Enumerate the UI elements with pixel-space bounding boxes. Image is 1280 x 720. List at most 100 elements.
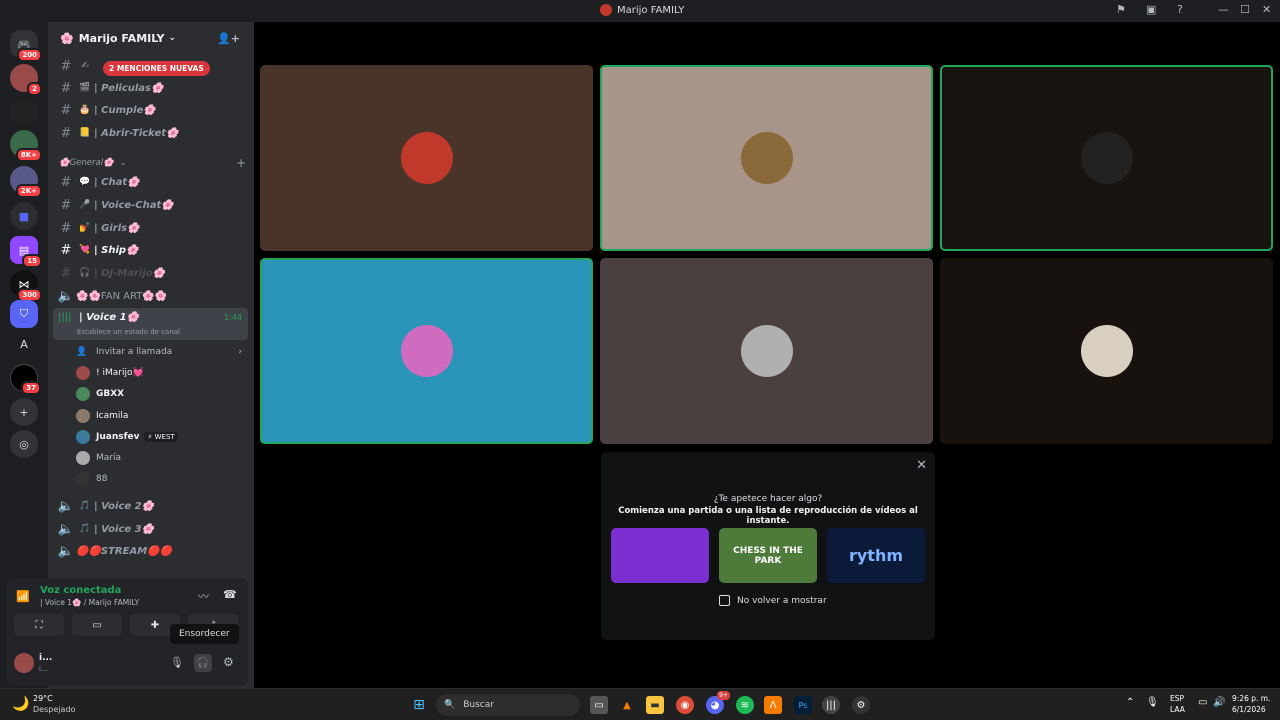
category-header[interactable]: 🌸General🌸 ⌄ +	[56, 153, 248, 173]
microphone-icon[interactable]: 🎙	[170, 656, 184, 669]
headphones-icon[interactable]: 🎧	[194, 654, 212, 672]
folder-icon[interactable]: ■	[10, 202, 38, 230]
voice-user[interactable]: Icamila	[76, 406, 246, 426]
voice-user[interactable]: ! iMarijo💓	[76, 363, 246, 383]
chrome-icon[interactable]: ◉	[676, 696, 694, 714]
channel-item[interactable]: # 💬 | Chat🌸	[56, 172, 248, 192]
avatar[interactable]	[14, 653, 34, 673]
signal-icon[interactable]: 📶	[16, 590, 30, 603]
channel-item[interactable]: # 📒 | Abrir-Ticket🌸	[56, 123, 248, 143]
participant-tile[interactable]	[260, 258, 593, 444]
channel-item-unread[interactable]: # 💘 | Ship🌸	[56, 240, 248, 260]
activity-card-blocks[interactable]	[611, 528, 709, 583]
voice-user[interactable]: 88	[76, 469, 246, 489]
microphone-icon[interactable]: 🎙	[1146, 697, 1159, 708]
checkbox[interactable]	[719, 595, 730, 606]
server-item[interactable]: 2	[10, 64, 42, 96]
channel-name: | Voice 3🌸	[94, 523, 155, 535]
minimize-icon[interactable]: —	[1218, 3, 1229, 16]
participant-tile[interactable]	[940, 65, 1273, 251]
channel-item[interactable]: # 🎂 | Cumple🌸	[56, 100, 248, 120]
voice-location[interactable]: | Voice 1🌸 / Marijo FAMILY	[40, 598, 139, 607]
channel-item[interactable]: # 🎤 | Voice-Chat🌸	[56, 195, 248, 215]
app-icon[interactable]: |||	[822, 696, 840, 714]
voice-channel-item[interactable]: 🔈 🔴🔴STREAM🔴🔴	[56, 541, 248, 561]
taskbar-search[interactable]: 🔍 Buscar	[436, 694, 580, 716]
discover-icon[interactable]: ◎	[10, 430, 38, 458]
photoshop-icon[interactable]: Ps	[794, 696, 812, 714]
weather-temp: 29°C	[33, 694, 53, 703]
voice-user-name: Icamila	[96, 411, 129, 421]
invite-to-call[interactable]: 👤 Invitar a llamada ›	[76, 342, 246, 362]
participant-avatar	[740, 325, 793, 377]
channel-item[interactable]: # 🎬 | Peliculas🌸	[56, 78, 248, 98]
disconnect-icon[interactable]: ☎	[223, 588, 237, 601]
task-view-icon[interactable]: ▭	[590, 696, 608, 714]
channel-status-hint[interactable]: Establece un estado de canal	[77, 328, 180, 336]
spotify-icon[interactable]: ≋	[736, 696, 754, 714]
voice-channel-item[interactable]: 🔈 🎵 | Voice 2🌸	[56, 496, 248, 516]
voice-timer: 1:44	[224, 313, 242, 322]
maximize-icon[interactable]: ☐	[1240, 3, 1250, 16]
voice-user[interactable]: GBXX	[76, 384, 246, 404]
help-icon[interactable]: ?	[1177, 3, 1183, 16]
file-explorer-icon[interactable]: ▬	[646, 696, 664, 714]
screen-share-icon[interactable]: ▣	[1146, 3, 1156, 16]
user-panel: i... i... 🎙 🎧 ⚙	[6, 648, 248, 682]
camera-button[interactable]: ⛶	[14, 614, 64, 636]
weather-desc: Despejado	[33, 705, 76, 714]
channel-name: | Peliculas🌸	[94, 82, 164, 94]
volume-icon[interactable]: 🔊	[1213, 697, 1225, 708]
channel-item[interactable]: # 💅 | Girls🌸	[56, 218, 248, 238]
home-button[interactable]: 🎮 200	[10, 30, 42, 62]
discord-taskbar-icon[interactable]: ◕ 9+	[706, 691, 730, 714]
voice-channel-item[interactable]: 🔈 🎵 | Voice 3🌸	[56, 519, 248, 539]
chevron-up-icon[interactable]: ⌃	[1126, 697, 1134, 708]
participant-tile[interactable]	[940, 258, 1273, 444]
input-language[interactable]: ESP	[1170, 694, 1184, 703]
server-item[interactable]: 2K+	[10, 166, 42, 198]
clock-time[interactable]: 9:26 p. m.	[1232, 694, 1270, 703]
screen-share-button[interactable]: ▭	[72, 614, 122, 636]
add-member-icon[interactable]: 👤+	[217, 32, 240, 45]
apps-icon: ✚	[150, 619, 160, 631]
participant-tile[interactable]	[600, 258, 933, 444]
voice-channel-item[interactable]: 🔈 🌸🌸FAN ART🌸🌸	[56, 286, 248, 306]
server-item[interactable]: 37	[10, 364, 41, 395]
close-icon[interactable]: ✕	[1262, 3, 1271, 16]
hash-icon: #	[60, 242, 72, 258]
windows-start-icon[interactable]: ⊞	[410, 696, 428, 714]
steam-icon[interactable]: ⚙	[852, 696, 870, 714]
voice-user[interactable]: María	[76, 448, 246, 468]
close-icon[interactable]: ✕	[916, 458, 927, 473]
twitch-server[interactable]: ▤ 15	[10, 236, 42, 268]
app-icon[interactable]: Λ	[764, 696, 782, 714]
add-server-icon[interactable]: +	[10, 398, 38, 426]
add-channel-icon[interactable]: +	[236, 156, 246, 170]
noise-suppression-icon[interactable]: 〰	[198, 588, 209, 604]
shield-icon: ⛉	[19, 307, 29, 320]
server-item[interactable]	[10, 98, 38, 126]
server-item[interactable]: A	[10, 330, 38, 358]
dont-show-again[interactable]: No volver a mostrar	[719, 595, 827, 606]
channel-emoji: 💅	[79, 223, 91, 233]
activity-card-rythm[interactable]: rythm	[827, 528, 925, 583]
weather-moon-icon[interactable]: 🌙	[12, 696, 29, 712]
window-title: Marijo FAMILY	[600, 4, 684, 16]
guild-header[interactable]: 🌸 Marijo FAMILY ⌄ 👤+	[48, 22, 254, 54]
voice-user[interactable]: Juansfev ⚡ WEST	[76, 427, 246, 447]
mentions-pill[interactable]: 2 MENCIONES NUEVAS	[103, 61, 210, 76]
hash-icon: #	[60, 80, 72, 96]
active-voice-channel[interactable]: |||| | Voice 1🌸 1:44 Establece un estado…	[53, 308, 248, 340]
activity-card-chess[interactable]: CHESS IN THE PARK	[719, 528, 817, 583]
server-item[interactable]: ⛉	[10, 300, 38, 328]
channel-item-muted[interactable]: # 🎧 | DJ-Marijo🌸	[56, 263, 248, 283]
server-item[interactable]: ⋈ 300	[10, 270, 42, 302]
participant-tile[interactable]	[260, 65, 593, 251]
participant-tile[interactable]	[600, 65, 933, 251]
vlc-icon[interactable]: ▲	[618, 696, 636, 714]
network-icon[interactable]: ▭	[1198, 697, 1207, 708]
settings-gear-icon[interactable]: ⚙	[223, 655, 234, 669]
inbox-icon[interactable]: ⚑	[1116, 3, 1126, 16]
server-item[interactable]: 8K+	[10, 130, 42, 162]
